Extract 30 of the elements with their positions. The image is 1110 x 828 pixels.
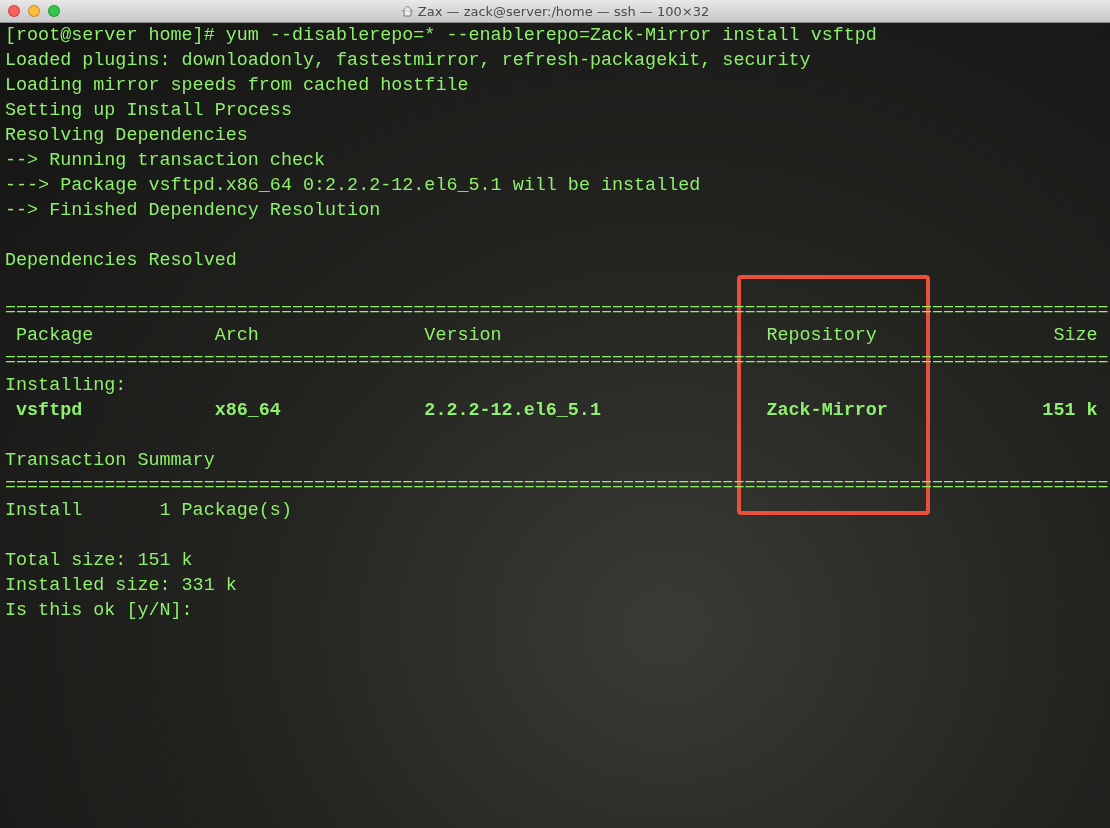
- terminal-line: ---> Package vsftpd.x86_64 0:2.2.2-12.el6_5.1 will be installed: [5, 175, 701, 196]
- terminal-line: Install 1 Package(s): [5, 500, 292, 521]
- terminal-line: Transaction Summary: [5, 450, 215, 471]
- table-cell-text: Package: [16, 324, 95, 348]
- close-button[interactable]: [8, 5, 20, 17]
- table-cell-text: Version: [424, 324, 503, 348]
- minimize-button[interactable]: [28, 5, 40, 17]
- terminal-line: [root@server home]# yum --disablerepo=* --enablerepo=Zack-Mirror install vsftpd: [5, 25, 877, 46]
- terminal-line: Resolving Dependencies: [5, 125, 248, 146]
- terminal-line: Installing:: [5, 375, 127, 396]
- table-cell-text: Size: [1052, 324, 1098, 348]
- terminal-line: Loaded plugins: downloadonly, fastestmirror, refresh-packagekit, security: [5, 50, 811, 71]
- terminal-line: Installed size: 331 k: [5, 575, 237, 596]
- terminal-line: Loading mirror speeds from cached hostfile: [5, 75, 469, 96]
- home-icon: [400, 5, 414, 17]
- terminal-line: Total size: 151 k: [5, 550, 193, 571]
- window-title: Zax — zack@server:/home — ssh — 100×32: [417, 3, 710, 19]
- table-cell-text: Repository: [766, 324, 878, 348]
- table-cell-text: 151 k: [1041, 399, 1098, 423]
- terminal-line: Dependencies Resolved: [5, 250, 237, 271]
- terminal-line: --> Running transaction check: [5, 150, 326, 171]
- table-cell-text: Zack-Mirror: [766, 399, 889, 423]
- table-cell-text: x86_64: [214, 399, 282, 423]
- terminal-line: Is this ok [y/N]:: [5, 600, 193, 621]
- terminal-line: Setting up Install Process: [5, 100, 292, 121]
- zoom-button[interactable]: [48, 5, 60, 17]
- table-cell-text: vsftpd: [16, 399, 84, 423]
- terminal-line: --> Finished Dependency Resolution: [5, 200, 381, 221]
- table-cell-text: 2.2.2-12.el6_5.1: [424, 399, 602, 423]
- table-cell-text: Arch: [214, 324, 260, 348]
